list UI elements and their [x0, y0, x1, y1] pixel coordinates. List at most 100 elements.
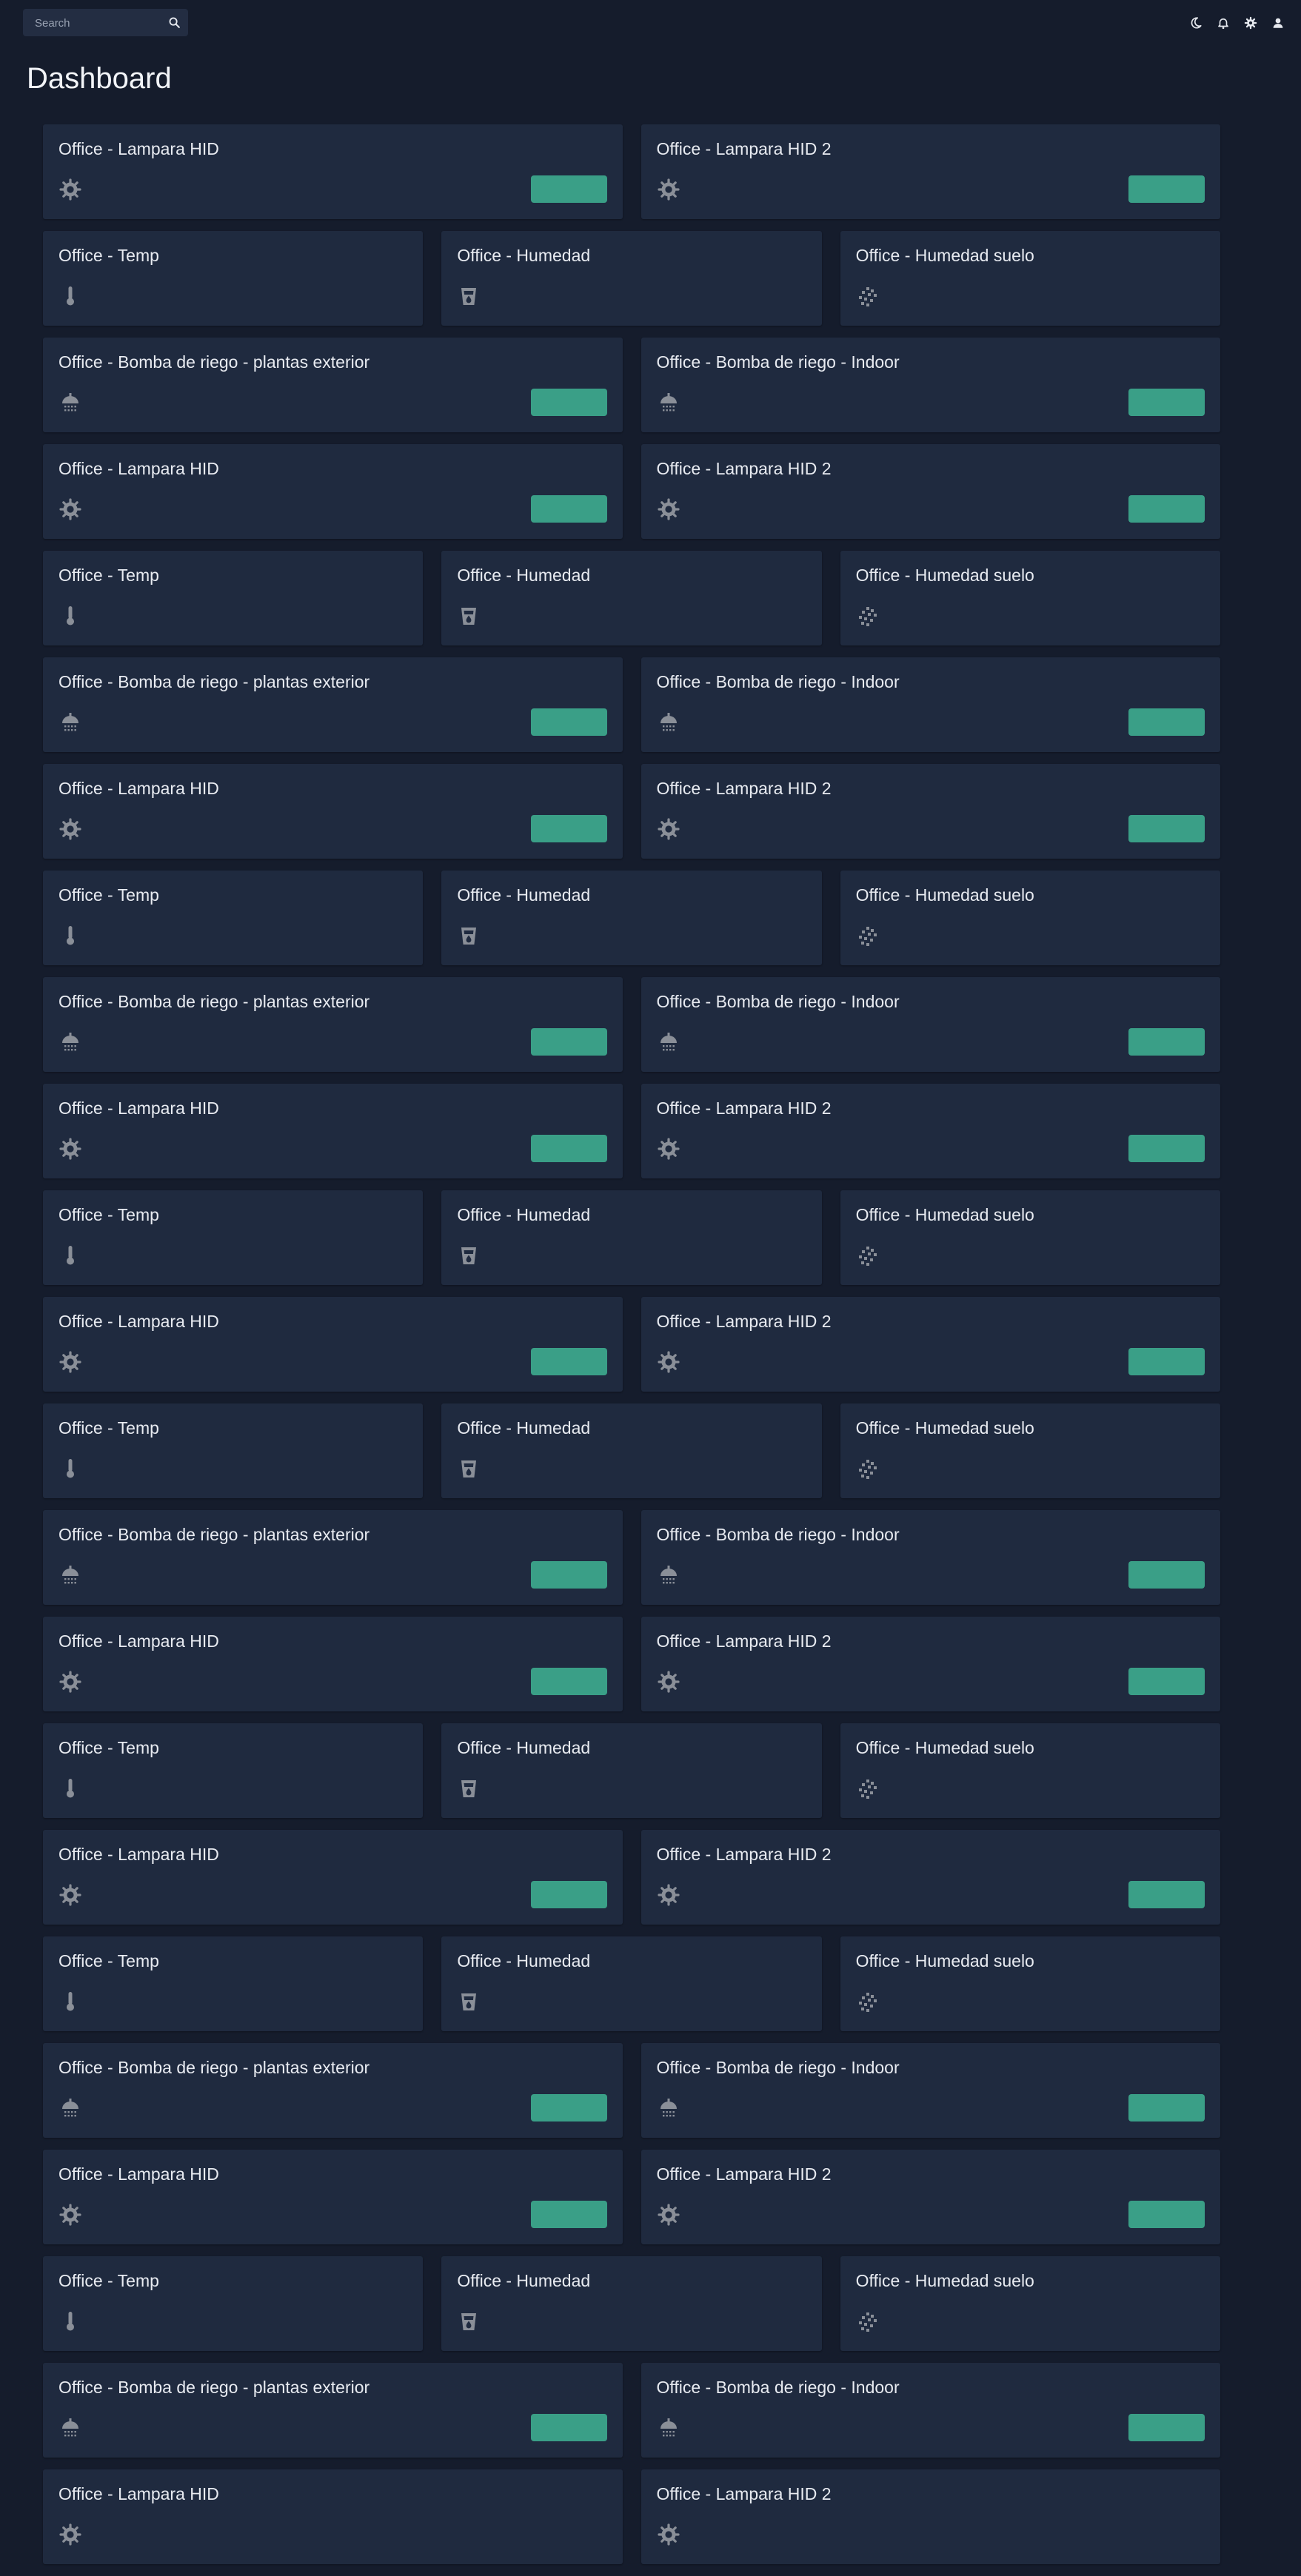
toggle-button[interactable]	[530, 2414, 607, 2441]
card-row: Office - Temp Office - Humedad Office - Hu…	[43, 1936, 1220, 2031]
toggle-button[interactable]	[1128, 1028, 1205, 1056]
toggle-button[interactable]	[530, 2094, 607, 2121]
sun-icon	[657, 2203, 680, 2227]
toggle-button[interactable]	[530, 708, 607, 736]
soil-icon	[856, 1777, 880, 1800]
card-title: Office - Temp	[58, 1418, 159, 1438]
sun-icon	[58, 1670, 82, 1694]
soil-icon	[856, 604, 880, 628]
card-title: Office - Bomba de riego - Indoor	[656, 1525, 900, 1544]
card-title: Office - Lampara HID 2	[656, 459, 832, 478]
top-bar	[0, 0, 1301, 46]
thermometer-icon	[58, 284, 82, 308]
toggle-button[interactable]	[1128, 1668, 1205, 1695]
toggle-button[interactable]	[530, 1348, 607, 1375]
device-card: Office - Bomba de riego - plantas exteri…	[43, 1510, 623, 1605]
water-glass-icon	[457, 1777, 481, 1800]
device-card: Office - Humedad	[441, 231, 822, 326]
moon-icon[interactable]	[1187, 14, 1204, 31]
thermometer-icon	[58, 1457, 82, 1480]
toggle-button[interactable]	[530, 1668, 607, 1695]
toggle-button[interactable]	[530, 1028, 607, 1056]
sun-icon	[657, 2523, 680, 2546]
card-title: Office - Bomba de riego - Indoor	[656, 352, 900, 372]
toggle-button[interactable]	[530, 1881, 607, 1908]
user-icon[interactable]	[1269, 14, 1286, 31]
water-glass-icon	[457, 284, 481, 308]
device-card: Office - Humedad suelo	[840, 871, 1220, 965]
toggle-button[interactable]	[1128, 708, 1205, 736]
toggle-button[interactable]	[1128, 1348, 1205, 1375]
card-title: Office - Humedad	[457, 1205, 591, 1224]
toggle-button[interactable]	[530, 815, 607, 842]
device-card: Office - Bomba de riego - Indoor	[641, 977, 1220, 1072]
toggle-button[interactable]	[530, 495, 607, 523]
card-row: Office - Bomba de riego - plantas exteri…	[43, 657, 1220, 752]
device-card: Office - Bomba de riego - Indoor	[641, 2363, 1220, 2458]
card-title: Office - Bomba de riego - plantas exteri…	[58, 992, 370, 1011]
toggle-button[interactable]	[1128, 1881, 1205, 1908]
search-icon[interactable]	[168, 16, 181, 29]
card-title: Office - Humedad suelo	[855, 1418, 1034, 1438]
toggle-button[interactable]	[1128, 2414, 1205, 2441]
card-title: Office - Humedad suelo	[855, 566, 1034, 585]
toggle-button[interactable]	[530, 1135, 607, 1162]
toggle-button[interactable]	[1128, 495, 1205, 523]
device-card: Office - Lampara HID 2	[641, 1830, 1220, 1925]
card-title: Office - Humedad suelo	[855, 1951, 1034, 1970]
card-row: Office - Lampara HID Office - Lampara HID…	[43, 2150, 1220, 2244]
toggle-button[interactable]	[530, 1561, 607, 1589]
device-card: Office - Temp	[43, 551, 424, 645]
shower-icon	[657, 1563, 680, 1587]
sun-icon	[657, 1883, 680, 1907]
toggle-button[interactable]	[1128, 1135, 1205, 1162]
device-card: Office - Humedad suelo	[840, 1936, 1220, 2031]
card-title: Office - Lampara HID	[58, 2164, 219, 2184]
device-card: Office - Temp	[43, 1936, 424, 2031]
toggle-button[interactable]	[530, 2201, 607, 2228]
water-glass-icon	[457, 604, 481, 628]
device-card: Office - Lampara HID 2	[641, 124, 1220, 219]
thermometer-icon	[58, 1244, 82, 1267]
toggle-button[interactable]	[530, 389, 607, 416]
shower-icon	[58, 1563, 82, 1587]
sun-icon	[657, 1137, 680, 1161]
sun-icon	[657, 497, 680, 521]
bell-icon[interactable]	[1214, 14, 1231, 31]
sun-icon	[58, 1350, 82, 1374]
card-row: Office - Bomba de riego - plantas exteri…	[43, 2043, 1220, 2138]
device-card: Office - Humedad	[441, 871, 822, 965]
sun-icon	[657, 178, 680, 201]
toggle-button[interactable]	[1128, 2094, 1205, 2121]
toggle-button[interactable]	[1128, 389, 1205, 416]
soil-icon	[856, 2310, 880, 2333]
card-title: Office - Bomba de riego - Indoor	[656, 992, 900, 1011]
card-title: Office - Lampara HID	[58, 139, 219, 158]
toggle-button[interactable]	[1128, 2201, 1205, 2228]
toggle-button[interactable]	[530, 175, 607, 203]
device-card: Office - Humedad	[441, 1723, 822, 1818]
card-row: Office - Temp Office - Humedad Office - Hu…	[43, 871, 1220, 965]
toggle-button[interactable]	[1128, 1561, 1205, 1589]
device-card: Office - Bomba de riego - Indoor	[641, 2043, 1220, 2138]
card-row: Office - Bomba de riego - plantas exteri…	[43, 1510, 1220, 1605]
card-title: Office - Lampara HID	[58, 1631, 219, 1651]
card-title: Office - Humedad	[457, 1951, 591, 1970]
search-input[interactable]	[23, 9, 170, 38]
device-card: Office - Temp	[43, 1190, 424, 1285]
card-row: Office - Lampara HID Office - Lampara HID…	[43, 1617, 1220, 1711]
device-card: Office - Lampara HID	[43, 764, 623, 859]
card-title: Office - Lampara HID	[58, 1312, 219, 1331]
device-card: Office - Bomba de riego - Indoor	[641, 338, 1220, 432]
gear-icon[interactable]	[1242, 14, 1259, 31]
toggle-button[interactable]	[1128, 175, 1205, 203]
search-box	[23, 9, 188, 38]
shower-icon	[58, 391, 82, 415]
water-glass-icon	[457, 1457, 481, 1480]
card-title: Office - Humedad	[457, 246, 591, 265]
card-row: Office - Bomba de riego - plantas exteri…	[43, 977, 1220, 1072]
water-glass-icon	[457, 2310, 481, 2333]
toggle-button[interactable]	[1128, 815, 1205, 842]
device-card: Office - Humedad	[441, 1190, 822, 1285]
card-title: Office - Humedad suelo	[855, 2271, 1034, 2290]
